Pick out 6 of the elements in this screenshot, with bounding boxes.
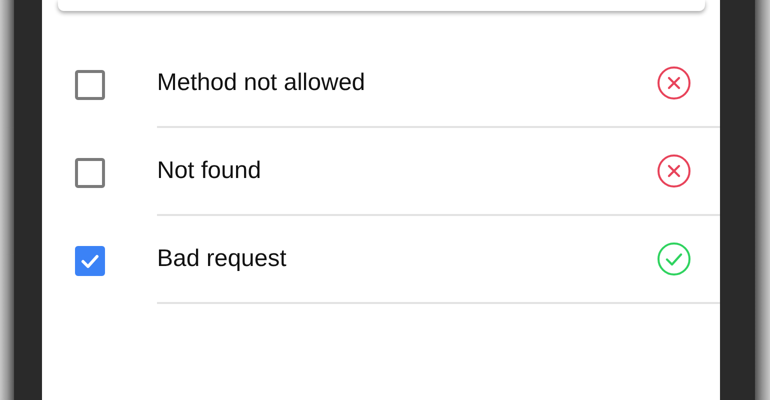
item-label: Method not allowed	[157, 69, 366, 97]
item-label: Bad request	[157, 245, 286, 273]
checkbox[interactable]	[75, 158, 105, 188]
checkbox[interactable]	[75, 246, 105, 276]
item-label: Not found	[157, 157, 262, 185]
checkbox[interactable]	[75, 70, 105, 100]
